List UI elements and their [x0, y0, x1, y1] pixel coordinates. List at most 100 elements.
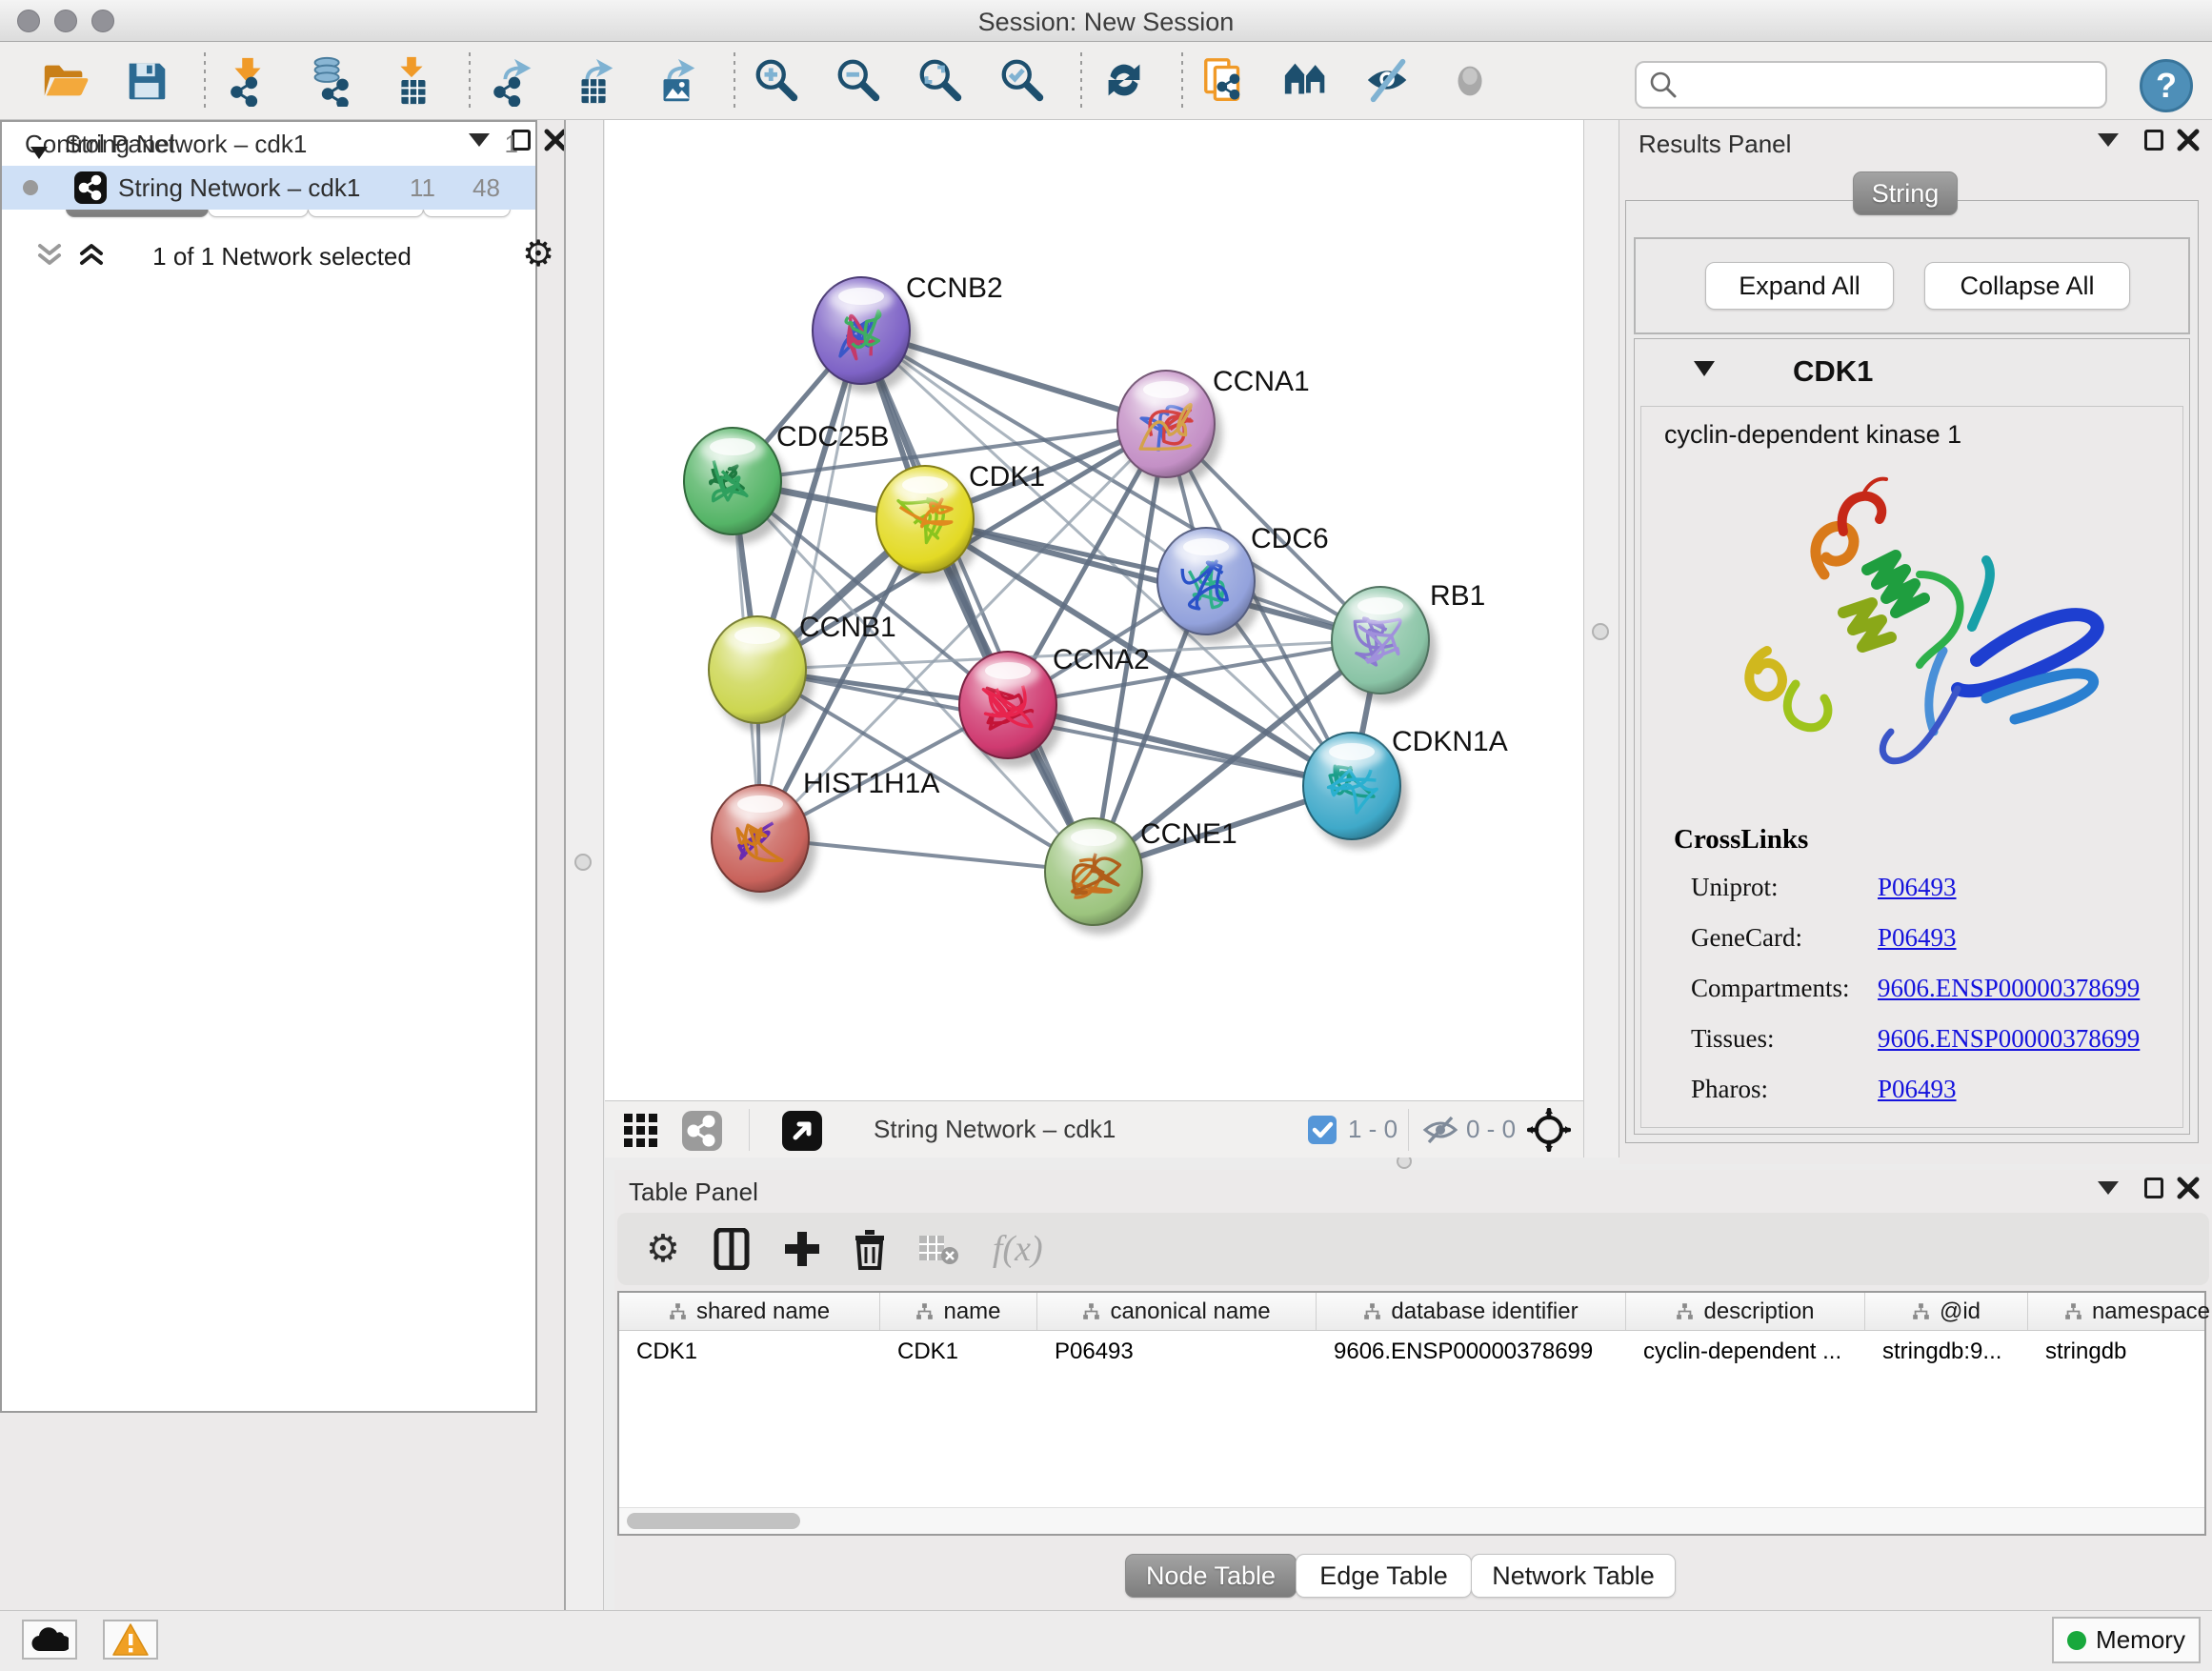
- right-splitter-handle[interactable]: [1592, 623, 1609, 640]
- string-results-box: Expand All Collapse All CDK1 cyclin-depe…: [1625, 200, 2199, 1143]
- table-cell: stringdb:9...: [1865, 1331, 2028, 1373]
- search-input[interactable]: [1635, 61, 2107, 109]
- grid-view-icon[interactable]: [623, 1113, 659, 1154]
- help-button[interactable]: ?: [2140, 59, 2193, 112]
- tab-edge-table[interactable]: Edge Table: [1296, 1554, 1472, 1598]
- network-collection-row[interactable]: String Network – cdk1 1: [2, 122, 535, 166]
- detach-view-icon[interactable]: [782, 1111, 822, 1156]
- table-cell: CDK1: [619, 1331, 880, 1373]
- add-row-button[interactable]: [783, 1230, 821, 1268]
- tab-string[interactable]: String: [1853, 171, 1958, 215]
- hidden-eye-icon[interactable]: [1422, 1116, 1458, 1149]
- insert-column-button[interactable]: [713, 1228, 751, 1270]
- table-row[interactable]: CDK1CDK1P064939606.ENSP00000378699cyclin…: [619, 1331, 2204, 1373]
- control-panel: Control Panel NetworkStyleSelectSets 1 o…: [0, 120, 564, 1610]
- crosslink-link[interactable]: 9606.ENSP00000378699: [1878, 1024, 2140, 1054]
- left-splitter[interactable]: [564, 120, 604, 1610]
- edge-CCNB2-HIST1H1A[interactable]: [760, 331, 861, 838]
- cloud-button[interactable]: [22, 1620, 77, 1660]
- node-label-CDC25B: CDC25B: [776, 421, 889, 453]
- crosslink-link[interactable]: 9606.ENSP00000378699: [1878, 974, 2140, 1003]
- import-table-button[interactable]: [385, 54, 438, 108]
- node-CDC25B[interactable]: [684, 428, 789, 544]
- first-neighbors-button[interactable]: [1280, 54, 1334, 108]
- refresh-button[interactable]: [1097, 54, 1151, 108]
- import-database-button[interactable]: [303, 54, 356, 108]
- string-badge-icon: [74, 171, 107, 211]
- column-header-id[interactable]: @id: [1865, 1293, 2028, 1330]
- search-icon: [1648, 70, 1679, 105]
- tab-node-table[interactable]: Node Table: [1125, 1554, 1297, 1598]
- table-horizontal-scrollbar[interactable]: [619, 1507, 2204, 1534]
- hide-selected-button[interactable]: [1362, 54, 1416, 108]
- close-table-icon[interactable]: [2174, 1174, 2202, 1202]
- memory-button[interactable]: Memory: [2052, 1617, 2201, 1663]
- node-CCNA1[interactable]: [1117, 371, 1222, 487]
- close-results-icon[interactable]: [2174, 126, 2202, 154]
- save-session-button[interactable]: [120, 54, 173, 108]
- clone-network-button[interactable]: [1198, 54, 1252, 108]
- crosslinks-list: Uniprot: P06493GeneCard: P06493Compartme…: [1691, 862, 2167, 1115]
- collapse-table-icon[interactable]: [2094, 1174, 2122, 1202]
- tab-network-table[interactable]: Network Table: [1471, 1554, 1676, 1598]
- collapse-all-button[interactable]: Collapse All: [1924, 262, 2130, 310]
- table-scrollbar-thumb[interactable]: [627, 1513, 800, 1529]
- crosslink-link[interactable]: P06493: [1878, 1075, 1957, 1104]
- crosslink-link[interactable]: P06493: [1878, 873, 1957, 902]
- node-CDK1[interactable]: [876, 466, 981, 582]
- export-image-button[interactable]: [650, 54, 703, 108]
- node-label-CDKN1A: CDKN1A: [1392, 726, 1508, 757]
- memory-status-icon: [2067, 1631, 2086, 1650]
- zoom-out-button[interactable]: [833, 54, 886, 108]
- show-graphics-details-button[interactable]: [1444, 54, 1498, 108]
- column-header-description[interactable]: description: [1626, 1293, 1865, 1330]
- search-box: [1635, 61, 2107, 109]
- node-CCNB2[interactable]: [813, 277, 917, 393]
- network-tree: String Network – cdk1 1 String Network –…: [0, 120, 537, 1413]
- tree-expander-icon[interactable]: [30, 137, 48, 167]
- gene-section-header[interactable]: CDK1: [1635, 339, 2189, 404]
- delete-row-button[interactable]: [854, 1228, 886, 1270]
- column-header-namespace[interactable]: namespace: [2028, 1293, 2212, 1330]
- expand-all-button[interactable]: Expand All: [1705, 262, 1894, 310]
- import-network-button[interactable]: [221, 54, 274, 108]
- float-results-icon[interactable]: [2140, 126, 2168, 154]
- zoom-fit-button[interactable]: [915, 54, 968, 108]
- network-row[interactable]: String Network – cdk1 11 48: [2, 166, 535, 210]
- column-header-canonical-name[interactable]: canonical name: [1037, 1293, 1317, 1330]
- node-HIST1H1A[interactable]: [712, 785, 816, 901]
- network-view-toolbar: String Network – cdk1 1 - 0 0 - 0: [605, 1100, 1583, 1158]
- crosslink-row: GeneCard: P06493: [1691, 913, 2167, 963]
- node-label-CDK1: CDK1: [969, 461, 1045, 493]
- crosslink-link[interactable]: P06493: [1878, 923, 1957, 953]
- node-CDC6[interactable]: [1157, 528, 1262, 644]
- network-canvas[interactable]: CCNB2CCNA1CDC25BCDK1CDC6RB1CCNB1CCNA2CDK…: [605, 120, 1583, 1100]
- selected-checkbox-icon[interactable]: [1308, 1116, 1337, 1149]
- column-header-shared-name[interactable]: shared name: [619, 1293, 880, 1330]
- string-view-icon[interactable]: [682, 1111, 722, 1156]
- right-splitter[interactable]: [1583, 120, 1619, 1164]
- warning-button[interactable]: [103, 1620, 158, 1660]
- crosslink-row: Compartments: 9606.ENSP00000378699: [1691, 963, 2167, 1014]
- export-table-button[interactable]: [568, 54, 621, 108]
- open-session-button[interactable]: [38, 54, 91, 108]
- column-header-database-identifier[interactable]: database identifier: [1317, 1293, 1626, 1330]
- column-header-name[interactable]: name: [880, 1293, 1037, 1330]
- node-label-CDC6: CDC6: [1251, 523, 1329, 554]
- network-options-gear-icon[interactable]: ⚙: [522, 232, 554, 274]
- table-settings-button[interactable]: ⚙: [646, 1227, 680, 1271]
- node-count: 11: [410, 173, 435, 203]
- node-RB1[interactable]: [1332, 587, 1437, 703]
- section-expander-icon[interactable]: [1694, 361, 1715, 382]
- selected-count: 1 - 0: [1348, 1115, 1398, 1144]
- node-label-CCNA2: CCNA2: [1053, 644, 1150, 675]
- collapse-results-icon[interactable]: [2094, 126, 2122, 154]
- node-CCNA2[interactable]: [959, 652, 1064, 768]
- export-network-button[interactable]: [486, 54, 539, 108]
- zoom-in-button[interactable]: [751, 54, 804, 108]
- clear-table-button: [918, 1232, 960, 1266]
- birds-eye-navigator-icon[interactable]: [1527, 1108, 1571, 1157]
- zoom-selected-button[interactable]: [996, 54, 1050, 108]
- float-table-icon[interactable]: [2140, 1174, 2168, 1202]
- left-splitter-handle[interactable]: [574, 854, 592, 871]
